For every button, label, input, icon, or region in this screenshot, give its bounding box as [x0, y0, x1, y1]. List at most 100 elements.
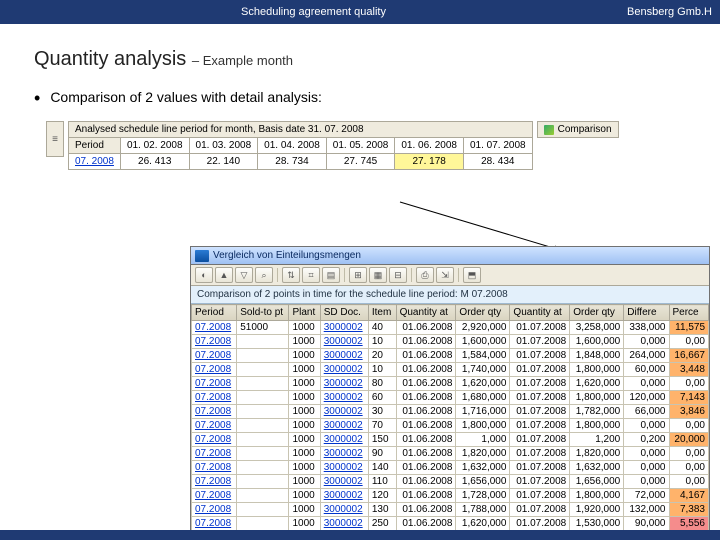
- cell: 60,000: [624, 363, 669, 377]
- toolbar-button[interactable]: ▤: [322, 267, 340, 283]
- cell: 120: [368, 489, 396, 503]
- table-row[interactable]: 07.2008100030000027001.06.20081,800,0000…: [192, 419, 709, 433]
- cell: 40: [368, 321, 396, 335]
- table-row[interactable]: 07.2008100030000028001.06.20081,620,0000…: [192, 377, 709, 391]
- toolbar-button[interactable]: ⎙: [416, 267, 434, 283]
- cell: 3,846: [669, 405, 709, 419]
- bullet-text: Comparison of 2 values with detail analy…: [50, 89, 322, 105]
- toolbar-button[interactable]: ⌕: [255, 267, 273, 283]
- cell: 01.07.2008: [510, 335, 570, 349]
- table-row[interactable]: 07.2008100030000022001.06.20081,584,0000…: [192, 349, 709, 363]
- cell[interactable]: 07.2008: [192, 419, 237, 433]
- column-header[interactable]: SD Doc.: [320, 305, 368, 321]
- table-row[interactable]: 07.2008100030000023001.06.20081,716,0000…: [192, 405, 709, 419]
- cell: 1,820,000: [570, 447, 624, 461]
- window-title: Vergleich von Einteilungsmengen: [213, 250, 705, 261]
- cell[interactable]: 07.2008: [192, 475, 237, 489]
- toolbar-button[interactable]: ⌗: [302, 267, 320, 283]
- sap-logo-icon: [195, 250, 209, 262]
- analysed-table: Analysed schedule line period for month,…: [68, 121, 533, 170]
- cell[interactable]: 07.2008: [192, 461, 237, 475]
- cell: 1,632,000: [456, 461, 510, 475]
- toolbar-button[interactable]: ⊟: [389, 267, 407, 283]
- cell: 1000: [289, 419, 320, 433]
- cell[interactable]: 3000002: [320, 489, 368, 503]
- cell: 20: [368, 349, 396, 363]
- list-icon[interactable]: ≡: [46, 121, 64, 157]
- cell[interactable]: 07.2008: [192, 517, 237, 531]
- cell[interactable]: 3000002: [320, 377, 368, 391]
- cell[interactable]: 3000002: [320, 349, 368, 363]
- cell[interactable]: 3000002: [320, 405, 368, 419]
- period-link[interactable]: 07. 2008: [69, 154, 121, 170]
- column-header[interactable]: Order qty: [456, 305, 510, 321]
- table-row[interactable]: 07.20081000300000225001.06.20081,620,000…: [192, 517, 709, 531]
- cell: 01.07.2008: [510, 391, 570, 405]
- toolbar-button[interactable]: ◐: [195, 267, 213, 283]
- window-titlebar[interactable]: Vergleich von Einteilungsmengen: [191, 247, 709, 265]
- cell[interactable]: 3000002: [320, 447, 368, 461]
- cell: [237, 461, 289, 475]
- toolbar-button[interactable]: ▲: [215, 267, 233, 283]
- table-row[interactable]: 07.200851000100030000024001.06.20082,920…: [192, 321, 709, 335]
- cell[interactable]: 3000002: [320, 321, 368, 335]
- toolbar-button[interactable]: ▽: [235, 267, 253, 283]
- column-header[interactable]: Sold-to pt: [237, 305, 289, 321]
- cell: 72,000: [624, 489, 669, 503]
- toolbar-button[interactable]: ⬒: [463, 267, 481, 283]
- toolbar-button[interactable]: ⊞: [349, 267, 367, 283]
- cell[interactable]: 3000002: [320, 517, 368, 531]
- column-header[interactable]: Quantity at: [396, 305, 456, 321]
- cell[interactable]: 07.2008: [192, 503, 237, 517]
- table-row[interactable]: 07.2008100030000021001.06.20081,740,0000…: [192, 363, 709, 377]
- table-row[interactable]: 07.20081000300000212001.06.20081,728,000…: [192, 489, 709, 503]
- cell[interactable]: 07.2008: [192, 405, 237, 419]
- column-header[interactable]: Quantity at: [510, 305, 570, 321]
- cell[interactable]: 3000002: [320, 461, 368, 475]
- cell[interactable]: 07.2008: [192, 433, 237, 447]
- table-row[interactable]: 07.20081000300000213001.06.20081,788,000…: [192, 503, 709, 517]
- cell: 0,000: [624, 377, 669, 391]
- cell[interactable]: 07.2008: [192, 363, 237, 377]
- cell[interactable]: 3000002: [320, 363, 368, 377]
- cell: 264,000: [624, 349, 669, 363]
- cell[interactable]: 3000002: [320, 335, 368, 349]
- cell: 1,656,000: [456, 475, 510, 489]
- table-row[interactable]: 07.20081000300000215001.06.20081,00001.0…: [192, 433, 709, 447]
- column-header[interactable]: Perce: [669, 305, 709, 321]
- cell: 1,788,000: [456, 503, 510, 517]
- cell[interactable]: 07.2008: [192, 391, 237, 405]
- cell[interactable]: 07.2008: [192, 335, 237, 349]
- cell: 1,800,000: [570, 391, 624, 405]
- comparison-button[interactable]: Comparison: [537, 121, 619, 138]
- table-row[interactable]: 07.2008100030000021001.06.20081,600,0000…: [192, 335, 709, 349]
- toolbar-button[interactable]: ⇅: [282, 267, 300, 283]
- column-header[interactable]: Order qty: [570, 305, 624, 321]
- column-header[interactable]: Differe: [624, 305, 669, 321]
- cell[interactable]: 3000002: [320, 433, 368, 447]
- cell[interactable]: 3000002: [320, 419, 368, 433]
- table-row[interactable]: 07.20081000300000214001.06.20081,632,000…: [192, 461, 709, 475]
- toolbar-button[interactable]: ▦: [369, 267, 387, 283]
- cell: 1000: [289, 489, 320, 503]
- cell: 01.06.2008: [396, 335, 456, 349]
- cell[interactable]: 3000002: [320, 475, 368, 489]
- table-row[interactable]: 07.2008100030000026001.06.20081,680,0000…: [192, 391, 709, 405]
- cell[interactable]: 07.2008: [192, 321, 237, 335]
- column-header[interactable]: Item: [368, 305, 396, 321]
- cell: 1,680,000: [456, 391, 510, 405]
- cell[interactable]: 07.2008: [192, 377, 237, 391]
- cell[interactable]: 07.2008: [192, 489, 237, 503]
- cell[interactable]: 3000002: [320, 503, 368, 517]
- cell[interactable]: 07.2008: [192, 349, 237, 363]
- cell[interactable]: 07.2008: [192, 447, 237, 461]
- cell: 120,000: [624, 391, 669, 405]
- toolbar-button[interactable]: ⇲: [436, 267, 454, 283]
- cell: 250: [368, 517, 396, 531]
- column-header[interactable]: Plant: [289, 305, 320, 321]
- column-header[interactable]: Period: [192, 305, 237, 321]
- cell: 1,716,000: [456, 405, 510, 419]
- cell[interactable]: 3000002: [320, 391, 368, 405]
- table-row[interactable]: 07.2008100030000029001.06.20081,820,0000…: [192, 447, 709, 461]
- table-row[interactable]: 07.20081000300000211001.06.20081,656,000…: [192, 475, 709, 489]
